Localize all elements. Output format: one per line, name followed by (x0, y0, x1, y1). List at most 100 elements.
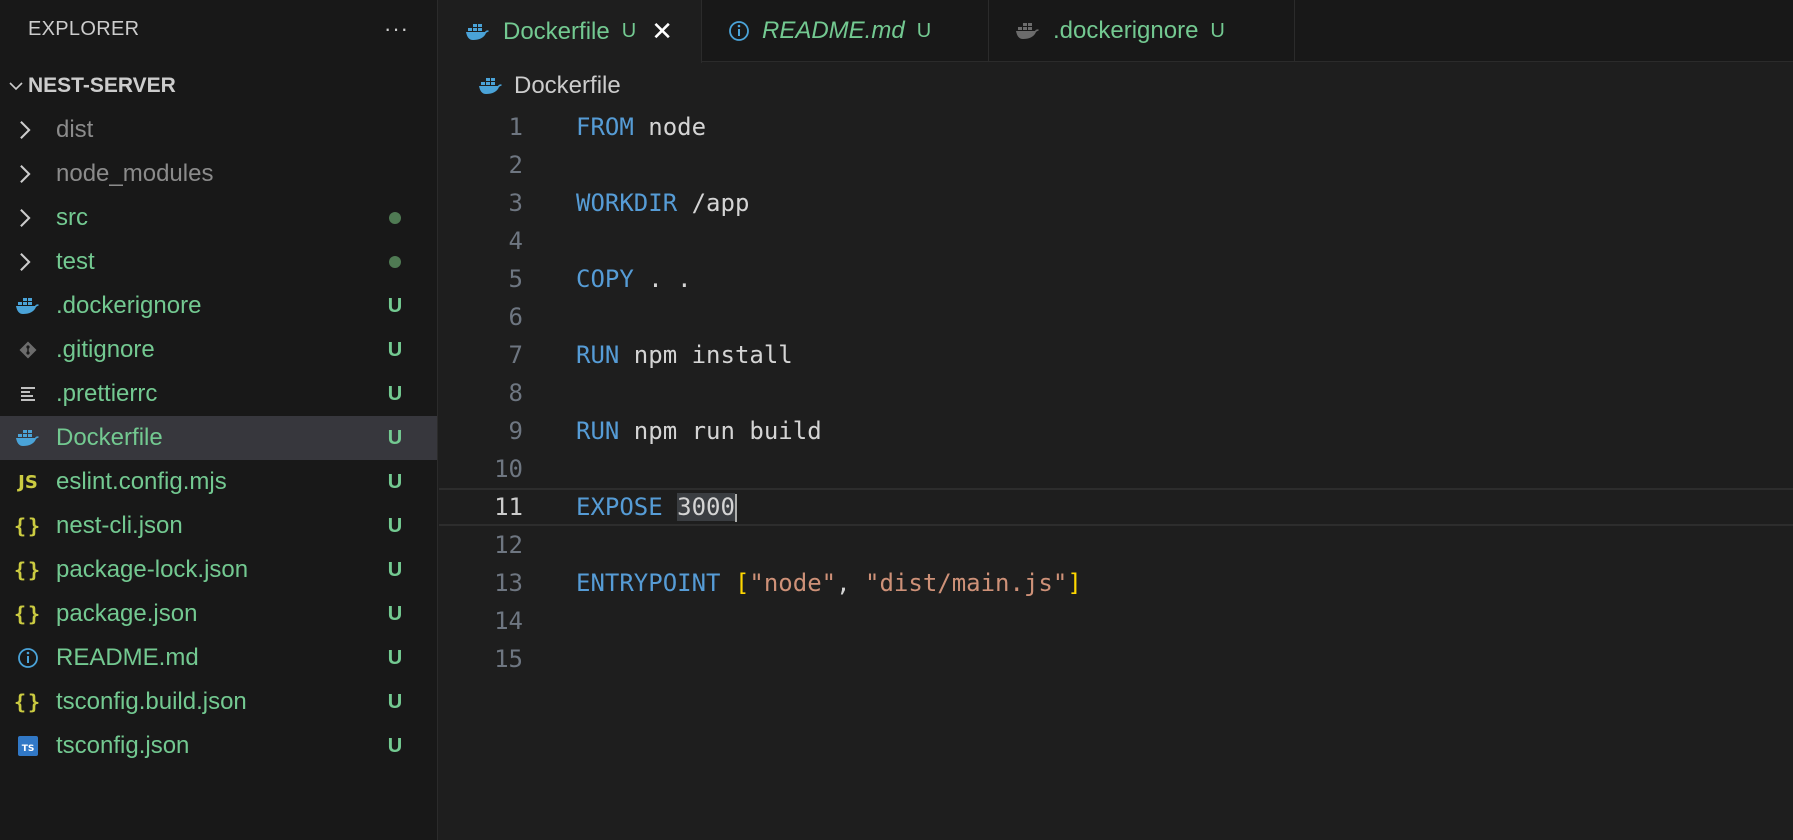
file-name: tsconfig.json (56, 732, 190, 759)
js-icon: JS (18, 471, 38, 493)
tab-3[interactable]: .dockerignore U (989, 0, 1295, 62)
more-actions-icon[interactable]: ··· (384, 16, 409, 42)
docker-icon (0, 428, 56, 448)
token-sel: 3000 (677, 492, 735, 521)
code-line[interactable]: 11 EXPOSE 3000 (439, 488, 1793, 526)
modified-dot-icon (389, 212, 401, 224)
file-item[interactable]: Dockerfile U (0, 416, 437, 460)
token-br: ] (1067, 569, 1082, 597)
file-name: tsconfig.build.json (56, 688, 247, 715)
code-line[interactable]: 12 (439, 526, 1793, 564)
chevron-right-icon (0, 163, 56, 185)
line-number: 3 (508, 189, 523, 217)
file-item[interactable]: .prettierrc U (0, 372, 437, 416)
git-status-badge: U (387, 470, 403, 493)
git-status-badge: U (387, 690, 403, 713)
workspace-root-label: NEST-SERVER (28, 74, 176, 97)
file-item[interactable]: {} package-lock.json U (0, 548, 437, 592)
line-number: 7 (508, 341, 523, 369)
docker-icon (478, 76, 504, 96)
token-kw: COPY (576, 265, 634, 293)
code-text: RUN npm run build (576, 417, 822, 445)
line-number: 12 (494, 531, 523, 559)
file-name: node_modules (56, 160, 214, 187)
close-icon[interactable]: ✕ (650, 16, 674, 47)
code-line[interactable]: 1 FROM node (439, 108, 1793, 146)
docker-icon (465, 22, 491, 42)
git-status-badge: U (387, 602, 403, 625)
file-name: .dockerignore (56, 292, 202, 319)
line-number: 9 (508, 417, 523, 445)
line-number: 13 (494, 569, 523, 597)
code-editor[interactable]: 1 FROM node 2 3 WORKDIR /app 4 5 COPY . . 6 7 RUN … (439, 108, 1793, 840)
breadcrumb-file[interactable]: Dockerfile (514, 72, 621, 100)
file-item[interactable]: {} tsconfig.build.json U (0, 680, 437, 724)
explorer-title: EXPLORER (28, 17, 140, 40)
token-pl: npm run build (619, 417, 822, 445)
tab-2[interactable]: README.md U (702, 0, 989, 62)
code-line[interactable]: 15 (439, 640, 1793, 678)
token-kw: FROM (576, 113, 634, 141)
token-kw: WORKDIR (576, 189, 678, 217)
breadcrumb[interactable]: Dockerfile (478, 68, 621, 104)
folder-item[interactable]: dist (0, 108, 437, 152)
code-text: COPY . . (576, 265, 692, 293)
code-line[interactable]: 3 WORKDIR /app (439, 184, 1793, 222)
chevron-right-icon (0, 207, 56, 229)
code-text: FROM node (576, 113, 706, 141)
token-pl: , (836, 569, 866, 597)
file-name: .gitignore (56, 336, 155, 363)
workspace-root[interactable]: NEST-SERVER (0, 58, 437, 114)
file-item[interactable]: TS tsconfig.json U (0, 724, 437, 768)
explorer-sidebar: EXPLORER ··· NEST-SERVER dist node_module… (0, 0, 438, 840)
git-status-badge: U (387, 558, 403, 581)
file-name: eslint.config.mjs (56, 468, 227, 495)
tab-status: U (1210, 19, 1225, 42)
tab-1[interactable]: Dockerfile U ✕ (439, 0, 702, 63)
line-number: 2 (508, 151, 523, 179)
file-name: package-lock.json (56, 556, 249, 583)
code-line[interactable]: 4 (439, 222, 1793, 260)
git-status-badge: U (387, 338, 403, 361)
file-item[interactable]: {} nest-cli.json U (0, 504, 437, 548)
line-number: 6 (508, 303, 523, 331)
code-line[interactable]: 6 (439, 298, 1793, 336)
file-tree: dist node_modules src test .dockerignore U .gi… (0, 108, 437, 768)
git-status-badge: U (387, 382, 403, 405)
file-item[interactable]: .dockerignore U (0, 284, 437, 328)
code-line[interactable]: 10 (439, 450, 1793, 488)
editor-tabbar: Dockerfile U ✕ README.md U .dockerignore U (439, 0, 1793, 63)
git-status-badge: U (387, 426, 403, 449)
file-name: src (56, 204, 88, 231)
folder-item[interactable]: src (0, 196, 437, 240)
code-line[interactable]: 2 (439, 146, 1793, 184)
tab-status: U (621, 20, 637, 42)
line-number: 10 (494, 455, 523, 483)
line-number: 8 (508, 379, 523, 407)
file-item[interactable]: .gitignore U (0, 328, 437, 372)
file-item[interactable]: README.md U (0, 636, 437, 680)
code-line[interactable]: 13 ENTRYPOINT ["node", "dist/main.js"] (439, 564, 1793, 602)
file-name: dist (56, 116, 94, 143)
code-line[interactable]: 5 COPY . . (439, 260, 1793, 298)
code-line[interactable]: 7 RUN npm install (439, 336, 1793, 374)
chevron-right-icon (0, 119, 56, 141)
docker-icon (1015, 21, 1041, 41)
text-cursor (734, 493, 737, 522)
lines-icon (0, 384, 56, 404)
git-icon (0, 340, 56, 360)
file-name: README.md (56, 644, 199, 671)
code-line[interactable]: 8 (439, 374, 1793, 412)
line-number: 4 (508, 227, 523, 255)
code-text: RUN npm install (576, 341, 793, 369)
file-item[interactable]: {} package.json U (0, 592, 437, 636)
modified-dot-icon (389, 256, 401, 268)
file-item[interactable]: JS eslint.config.mjs U (0, 460, 437, 504)
folder-item[interactable]: node_modules (0, 152, 437, 196)
folder-item[interactable]: test (0, 240, 437, 284)
code-text: ENTRYPOINT ["node", "dist/main.js"] (576, 569, 1082, 597)
code-line[interactable]: 14 (439, 602, 1793, 640)
code-line[interactable]: 9 RUN npm run build (439, 412, 1793, 450)
token-kw: EXPOSE (576, 492, 663, 521)
